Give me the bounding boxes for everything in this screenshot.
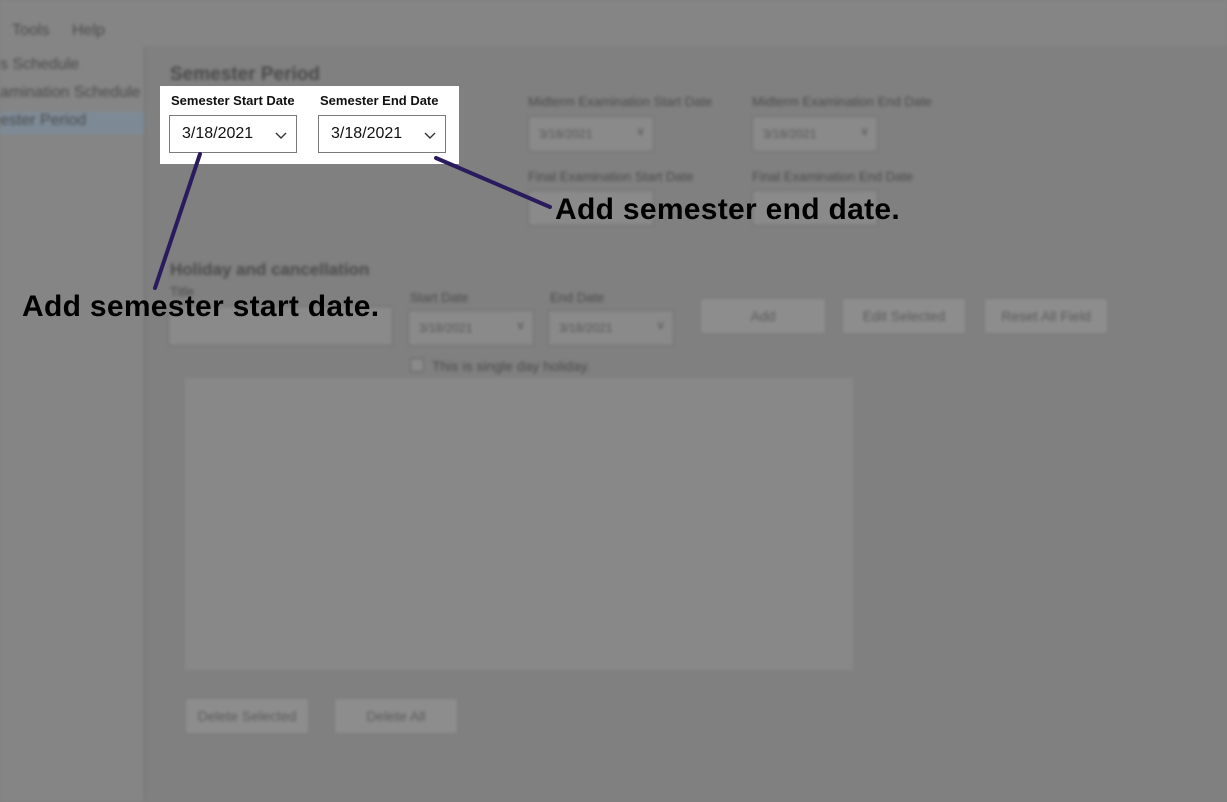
holiday-title-label: Title — [170, 284, 195, 299]
chevron-down-icon: ∨ — [656, 318, 665, 332]
holiday-end-date-picker[interactable]: 3/18/2021 ∨ — [548, 310, 674, 346]
single-day-label: This is single day holiday. — [432, 358, 591, 374]
app-window: Tools Help s Schedule amination Schedule… — [0, 0, 1227, 802]
holiday-end-value: 3/18/2021 — [559, 321, 613, 335]
menu-help[interactable]: Help — [72, 22, 105, 40]
holiday-start-date-picker[interactable]: 3/18/2021 ∨ — [408, 310, 534, 346]
midterm-start-label: Midterm Examination Start Date — [528, 94, 713, 109]
semester-end-date-label: Semester End Date — [320, 93, 439, 108]
midterm-end-date-picker[interactable]: 3/18/2021 ∨ — [752, 116, 878, 152]
midterm-start-date-picker[interactable]: 3/18/2021 ∨ — [528, 116, 654, 152]
midterm-end-value: 3/18/2021 — [763, 127, 817, 141]
page-title: Semester Period — [170, 64, 320, 85]
semester-start-date-label: Semester Start Date — [171, 93, 295, 108]
chevron-down-icon — [275, 132, 287, 139]
semester-start-date-value: 3/18/2021 — [182, 125, 254, 142]
final-end-label: Final Examination End Date — [752, 169, 914, 184]
sidebar-item-class-schedule[interactable]: s Schedule — [0, 56, 79, 74]
semester-start-date-picker[interactable]: 3/18/2021 — [169, 115, 297, 153]
final-end-date-picker[interactable] — [752, 190, 878, 226]
holiday-start-value: 3/18/2021 — [419, 321, 473, 335]
menu-bar: Tools Help — [0, 0, 1227, 46]
single-day-checkbox[interactable] — [410, 358, 424, 372]
reset-all-field-button[interactable]: Reset All Field — [984, 298, 1108, 334]
menu-tools[interactable]: Tools — [12, 22, 49, 40]
holiday-list[interactable] — [185, 378, 853, 670]
chevron-down-icon: ∨ — [860, 124, 869, 138]
chevron-down-icon — [424, 132, 436, 139]
delete-all-button[interactable]: Delete All — [334, 698, 458, 734]
chevron-down-icon: ∨ — [636, 124, 645, 138]
sidebar-item-semester-period[interactable]: ester Period — [0, 112, 144, 134]
semester-end-date-picker[interactable]: 3/18/2021 — [318, 115, 446, 153]
midterm-end-label: Midterm Examination End Date — [752, 94, 932, 109]
highlighted-semester-dates: Semester Start Date 3/18/2021 Semester E… — [160, 86, 459, 164]
holiday-end-label: End Date — [550, 290, 605, 305]
delete-selected-button[interactable]: Delete Selected — [185, 698, 309, 734]
final-start-date-picker[interactable] — [528, 190, 654, 226]
sidebar: s Schedule amination Schedule ester Peri… — [0, 46, 146, 802]
edit-selected-button[interactable]: Edit Selected — [842, 298, 966, 334]
sidebar-item-examination-schedule[interactable]: amination Schedule — [0, 84, 141, 102]
add-button[interactable]: Add — [700, 298, 826, 334]
chevron-down-icon: ∨ — [516, 318, 525, 332]
final-start-label: Final Examination Start Date — [528, 169, 694, 184]
midterm-start-value: 3/18/2021 — [539, 127, 593, 141]
holiday-title-input[interactable] — [168, 306, 393, 346]
holiday-start-label: Start Date — [410, 290, 469, 305]
holiday-section-title: Holiday and cancellation — [170, 260, 370, 279]
semester-end-date-value: 3/18/2021 — [331, 125, 403, 142]
